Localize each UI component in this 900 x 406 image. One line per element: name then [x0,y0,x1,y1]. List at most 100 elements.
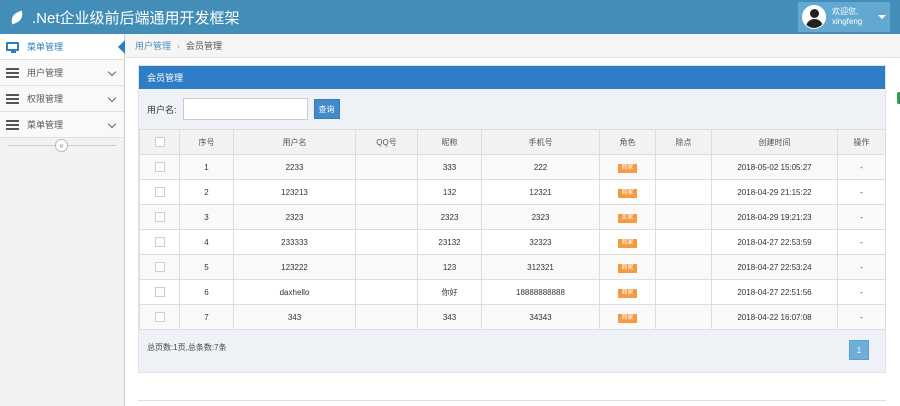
breadcrumb-current: 会员管理 [186,41,223,51]
table-row[interactable]: 3 2323 2323 2323 买家 2018-04-29 19:21:23 … [139,204,886,230]
cell-phone: 12321 [481,179,600,205]
search-row: 用户名: 查询 [139,89,885,129]
sidebar-item-user-management[interactable]: 用户管理 [0,60,124,86]
breadcrumb: 用户管理 › 会员管理 [125,34,900,58]
cell-extra [655,304,712,330]
cell-qq [355,179,418,205]
sidebar-item-label: 菜单管理 [27,120,64,130]
row-checkbox[interactable] [154,312,165,322]
cell-username: 123222 [233,254,356,280]
cell-extra [655,254,712,280]
table-row[interactable]: 4 233333 23132 32323 商家 2018-04-27 22:53… [139,229,886,255]
breadcrumb-parent-link[interactable]: 用户管理 [135,39,171,52]
breadcrumb-separator: › [177,40,181,51]
cell-nickname: 你好 [417,279,482,305]
sidebar-item-label: 菜单管理 [27,42,64,52]
collapse-icon[interactable]: « [55,139,68,152]
role-badge: 买家 [618,213,637,223]
row-checkbox[interactable] [154,287,165,297]
sidebar-item-permission-management[interactable]: 权限管理 [0,86,124,112]
sidebar-collapse: « [0,138,124,152]
cell-nickname: 333 [417,154,482,180]
cell-created: 2018-04-29 19:21:23 [711,204,838,230]
cell-phone: 32323 [481,229,600,255]
row-checkbox[interactable] [154,187,165,197]
cell-nickname: 23132 [417,229,482,255]
search-label: 用户名: [147,104,177,115]
cell-op: - [837,229,886,255]
app-title: .Net企业级前后端通用开发框架 [32,9,240,27]
row-select-cell [139,179,180,205]
list-icon [6,119,19,130]
pagination-summary: 总页数:1页,总条数:7条 [147,343,227,352]
cell-created: 2018-04-29 21:15:22 [711,179,838,205]
cell-op: - [837,279,886,305]
select-all-checkbox[interactable] [154,137,165,147]
page: .Net企业级前后端通用开发框架 欢迎您, xingfeng 菜单管理 用户管理… [0,0,900,406]
cell-phone: 34343 [481,304,600,330]
cell-username: 2233 [233,154,356,180]
username-search-input[interactable] [182,98,308,120]
cell-no: 4 [179,229,234,255]
row-checkbox[interactable] [154,212,165,222]
column-header: 创建时间 [711,129,838,155]
sidebar-item-menu-management[interactable]: 菜单管理 [0,34,125,60]
divider [138,400,886,401]
cell-op: - [837,204,886,230]
cell-nickname: 123 [417,254,482,280]
cell-role: 商家 [599,254,656,280]
cell-no: 6 [179,279,234,305]
row-checkbox[interactable] [154,237,165,247]
caret-down-icon [878,15,886,19]
row-select-cell [139,254,180,280]
row-select-cell [139,304,180,330]
search-button[interactable]: 查询 [313,99,340,119]
cell-phone: 18888888888 [481,279,600,305]
cell-phone: 222 [481,154,600,180]
table-row[interactable]: 6 daxhello 你好 18888888888 商家 2018-04-27 … [139,279,886,305]
cell-role: 买家 [599,204,656,230]
table-row[interactable]: 2 123213 132 12321 商家 2018-04-29 21:15:2… [139,179,886,205]
column-header: 序号 [179,129,234,155]
column-header: 角色 [599,129,656,155]
cell-role: 商家 [599,179,656,205]
cell-op: - [837,304,886,330]
cell-username: 343 [233,304,356,330]
user-greeting: 欢迎您, [832,7,859,16]
table-row[interactable]: 1 2233 333 222 商家 2018-05-02 15:05:27 - [139,154,886,180]
cell-username: daxhello [233,279,356,305]
table-row[interactable]: 5 123222 123 312321 商家 2018-04-27 22:53:… [139,254,886,280]
cell-role: 商家 [599,229,656,255]
row-select-cell [139,204,180,230]
role-badge: 商家 [618,163,637,173]
cell-phone: 312321 [481,254,600,280]
brand[interactable]: .Net企业级前后端通用开发框架 [8,0,240,34]
cell-username: 2323 [233,204,356,230]
table-row[interactable]: 7 343 343 34343 商家 2018-04-22 16:07:08 - [139,304,886,330]
cell-op: - [837,154,886,180]
select-all-cell [139,129,180,155]
cell-nickname: 2323 [417,204,482,230]
sidebar-item-label: 权限管理 [27,94,64,104]
cell-role: 商家 [599,279,656,305]
user-menu[interactable]: 欢迎您, xingfeng [798,2,890,32]
row-checkbox[interactable] [154,262,165,272]
row-checkbox[interactable] [154,162,165,172]
sidebar-item-label: 用户管理 [27,68,64,78]
cell-qq [355,229,418,255]
cell-created: 2018-04-27 22:53:24 [711,254,838,280]
cell-username: 123213 [233,179,356,205]
column-header: 昵称 [417,129,482,155]
page-button-current[interactable]: 1 [849,340,869,360]
cell-qq [355,204,418,230]
column-header: 操作 [837,129,886,155]
sidebar-item-menu-management-2[interactable]: 菜单管理 [0,112,124,138]
column-header: 手机号 [481,129,600,155]
cell-nickname: 343 [417,304,482,330]
cell-no: 7 [179,304,234,330]
role-badge: 商家 [618,188,637,198]
column-header: 除点 [655,129,712,155]
cell-extra [655,179,712,205]
sidebar: 菜单管理 用户管理 权限管理 菜单管理 « [0,34,125,406]
member-table: 序号 用户名 QQ号 昵称 手机号 角色 除点 创建时间 操作 1 2233 3… [139,129,886,330]
